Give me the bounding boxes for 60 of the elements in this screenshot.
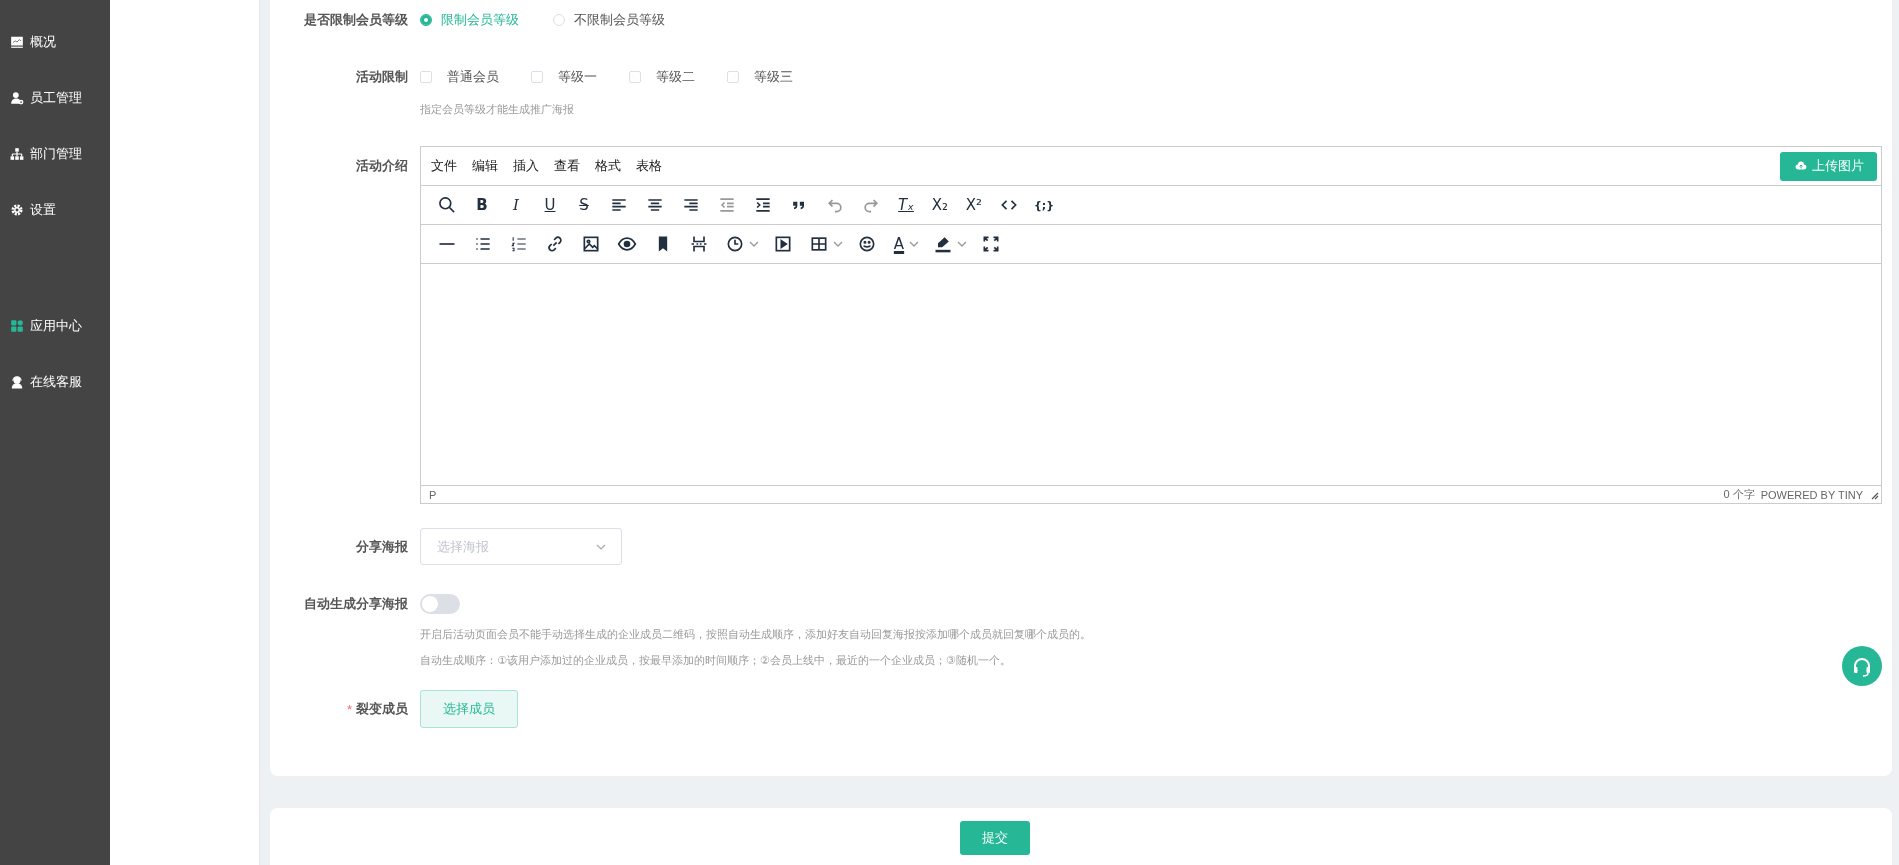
menu-item[interactable]: 编辑	[472, 157, 498, 175]
cloud-upload-icon	[1795, 160, 1807, 172]
marker-icon[interactable]	[933, 234, 953, 254]
image-icon[interactable]	[581, 234, 601, 254]
smiley-icon[interactable]	[857, 234, 877, 254]
numbered-list-icon[interactable]	[509, 234, 529, 254]
field-label: 活动介绍	[355, 157, 409, 175]
menu-item[interactable]: 格式	[595, 157, 621, 175]
staff-icon	[10, 91, 24, 105]
underline-button[interactable]: U	[535, 190, 565, 220]
word-count: 0 个字	[1723, 487, 1755, 502]
field-label: 裂变成员	[356, 700, 408, 718]
hint-text: 开启后活动页面会员不能手动选择生成的企业成员二维码，按照自动生成顺序，添加好友自动回复海报按添加哪个成员就回复哪个成员的。	[420, 626, 1091, 642]
table-icon[interactable]	[809, 234, 829, 254]
italic-button[interactable]: I	[501, 190, 531, 220]
field-label: 自动生成分享海报	[303, 595, 409, 613]
strikethrough-button[interactable]: S	[569, 190, 599, 220]
text-color-button[interactable]: A	[887, 229, 911, 259]
checkbox-option[interactable]: 普通会员	[420, 68, 499, 86]
checkbox-option[interactable]: 等级三	[727, 68, 793, 86]
field-label: 是否限制会员等级	[303, 11, 409, 29]
sidebar-item[interactable]: 在线客服	[10, 371, 82, 393]
branding-text: POWERED BY TINY	[1760, 488, 1863, 501]
clock-icon[interactable]	[725, 234, 745, 254]
search-icon[interactable]	[437, 195, 457, 215]
apps-icon	[10, 319, 24, 333]
indent-icon[interactable]	[753, 195, 773, 215]
chart-icon	[10, 35, 24, 49]
link-icon[interactable]	[545, 234, 565, 254]
fullscreen-icon[interactable]	[981, 234, 1001, 254]
subscript-button[interactable]: X₂	[925, 190, 955, 220]
required-mark: *	[346, 701, 352, 717]
checkbox-option[interactable]: 等级二	[629, 68, 695, 86]
menu-item[interactable]: 文件	[431, 157, 457, 175]
field-label: 分享海报	[355, 537, 409, 556]
eye-icon[interactable]	[617, 234, 637, 254]
field-label: 活动限制	[355, 68, 409, 86]
sidebar-item[interactable]: 员工管理	[10, 87, 82, 109]
radio-option[interactable]: 不限制会员等级	[553, 11, 665, 29]
hint-text: 指定会员等级才能生成推广海报	[420, 101, 574, 117]
bold-button[interactable]: B	[467, 190, 497, 220]
clear-format-button[interactable]: Tₓ	[891, 190, 921, 220]
org-icon	[10, 147, 24, 161]
menu-item[interactable]: 插入	[513, 157, 539, 175]
play-icon[interactable]	[773, 234, 793, 254]
gear-icon	[10, 203, 24, 217]
sidebar-item[interactable]: 应用中心	[10, 315, 82, 337]
code-sample-button[interactable]: {;}	[1029, 190, 1059, 220]
checkbox-option[interactable]: 等级一	[531, 68, 597, 86]
menu-item[interactable]: 表格	[636, 157, 662, 175]
sidebar-item[interactable]: 设置	[10, 199, 56, 221]
superscript-button[interactable]: X²	[959, 190, 989, 220]
sidebar-item[interactable]: 部门管理	[10, 143, 82, 165]
element-path: P	[429, 488, 437, 501]
sidebar-item[interactable]: 概况	[10, 31, 56, 53]
menu-item[interactable]: 查看	[554, 157, 580, 175]
hint-text: 自动生成顺序：①该用户添加过的企业成员，按最早添加的时间顺序；②会员上线中，最近的一个企业成员；③随机一个。	[420, 652, 1011, 668]
agent-icon	[10, 375, 24, 389]
toggle-switch[interactable]	[420, 594, 460, 614]
page-break-icon[interactable]	[689, 234, 709, 254]
